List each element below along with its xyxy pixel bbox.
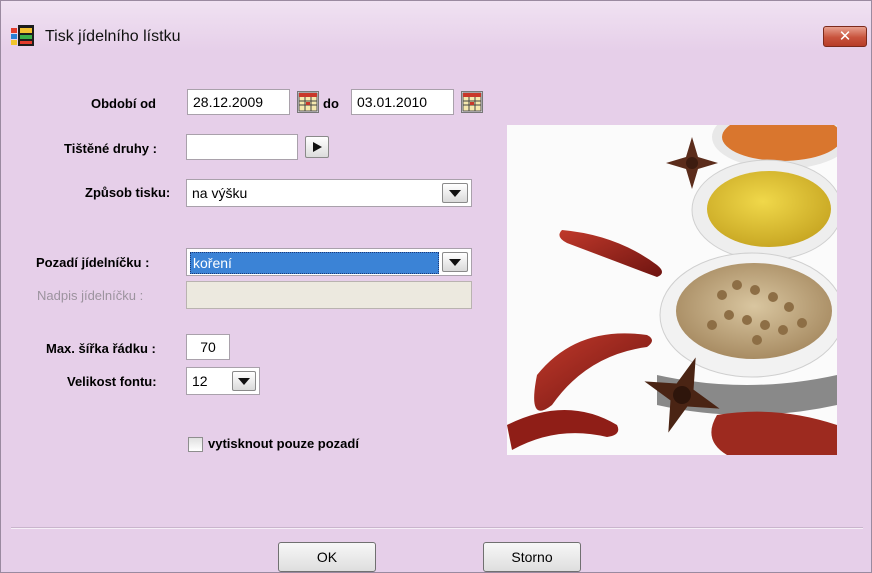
spices-image bbox=[507, 125, 837, 455]
print-background-only-label[interactable]: vytisknout pouze pozadí bbox=[208, 436, 359, 451]
date-to-input[interactable]: 03.01.2010 bbox=[351, 89, 454, 115]
max-width-input[interactable]: 70 bbox=[186, 334, 230, 360]
window-title: Tisk jídelního lístku bbox=[45, 28, 181, 45]
heading-label: Nadpis jídelníčku : bbox=[37, 288, 144, 303]
chevron-down-icon bbox=[238, 378, 250, 385]
calendar-icon bbox=[298, 92, 318, 112]
title-bar[interactable]: Tisk jídelního lístku ✕ bbox=[1, 1, 871, 51]
close-button[interactable]: ✕ bbox=[823, 26, 867, 47]
play-arrow-icon bbox=[313, 142, 322, 152]
chevron-down-icon bbox=[449, 259, 461, 266]
font-size-label: Velikost fontu: bbox=[67, 374, 157, 389]
date-from-calendar-button[interactable] bbox=[297, 91, 319, 113]
font-size-dropdown-arrow[interactable] bbox=[232, 371, 256, 391]
background-label: Pozadí jídelníčku : bbox=[36, 255, 150, 270]
max-width-label: Max. šířka řádku : bbox=[46, 341, 156, 356]
background-dropdown-arrow[interactable] bbox=[442, 252, 468, 272]
cancel-button[interactable]: Storno bbox=[483, 542, 581, 572]
period-from-label: Období od bbox=[91, 96, 156, 111]
background-value: koření bbox=[190, 252, 439, 274]
print-mode-dropdown-arrow[interactable] bbox=[442, 183, 468, 203]
period-to-label: do bbox=[323, 96, 339, 111]
printed-types-input[interactable] bbox=[186, 134, 298, 160]
printed-types-label: Tištěné druhy : bbox=[64, 141, 157, 156]
print-menu-dialog: Tisk jídelního lístku ✕ Období od 28.12.… bbox=[0, 0, 872, 573]
print-mode-label: Způsob tisku: bbox=[85, 185, 171, 200]
font-size-select[interactable]: 12 bbox=[186, 367, 260, 395]
date-to-calendar-button[interactable] bbox=[461, 91, 483, 113]
date-from-input[interactable]: 28.12.2009 bbox=[187, 89, 290, 115]
ok-button[interactable]: OK bbox=[278, 542, 376, 572]
print-mode-value: na výšku bbox=[192, 185, 248, 201]
printed-types-select-button[interactable] bbox=[305, 136, 329, 158]
calendar-icon bbox=[462, 92, 482, 112]
print-background-only-checkbox[interactable] bbox=[188, 437, 203, 452]
footer-separator bbox=[11, 527, 863, 529]
chevron-down-icon bbox=[449, 190, 461, 197]
heading-input bbox=[186, 281, 472, 309]
font-size-value: 12 bbox=[192, 373, 208, 389]
app-icon bbox=[11, 25, 34, 46]
background-preview-image bbox=[507, 125, 837, 455]
print-mode-select[interactable]: na výšku bbox=[186, 179, 472, 207]
background-select[interactable]: koření bbox=[186, 248, 472, 276]
